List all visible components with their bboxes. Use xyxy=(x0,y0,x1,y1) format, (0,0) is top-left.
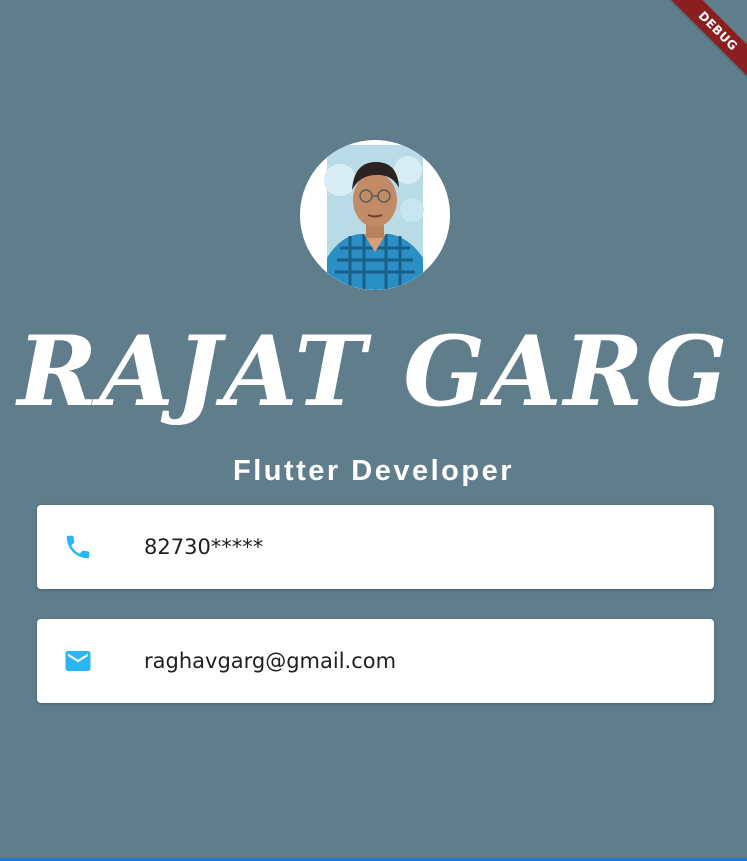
mail-icon xyxy=(63,646,93,676)
email-card[interactable]: raghavgarg@gmail.com xyxy=(37,619,714,703)
phone-card[interactable]: 82730***** xyxy=(37,505,714,589)
debug-banner-label: DEBUG xyxy=(657,0,747,92)
phone-number: 82730***** xyxy=(144,535,264,559)
phone-icon xyxy=(63,532,93,562)
email-address: raghavgarg@gmail.com xyxy=(144,649,397,673)
profile-title: Flutter Developer xyxy=(233,455,514,487)
avatar xyxy=(300,140,450,290)
debug-banner: DEBUG xyxy=(637,0,747,110)
profile-name: RAJAT GARG xyxy=(17,315,730,428)
